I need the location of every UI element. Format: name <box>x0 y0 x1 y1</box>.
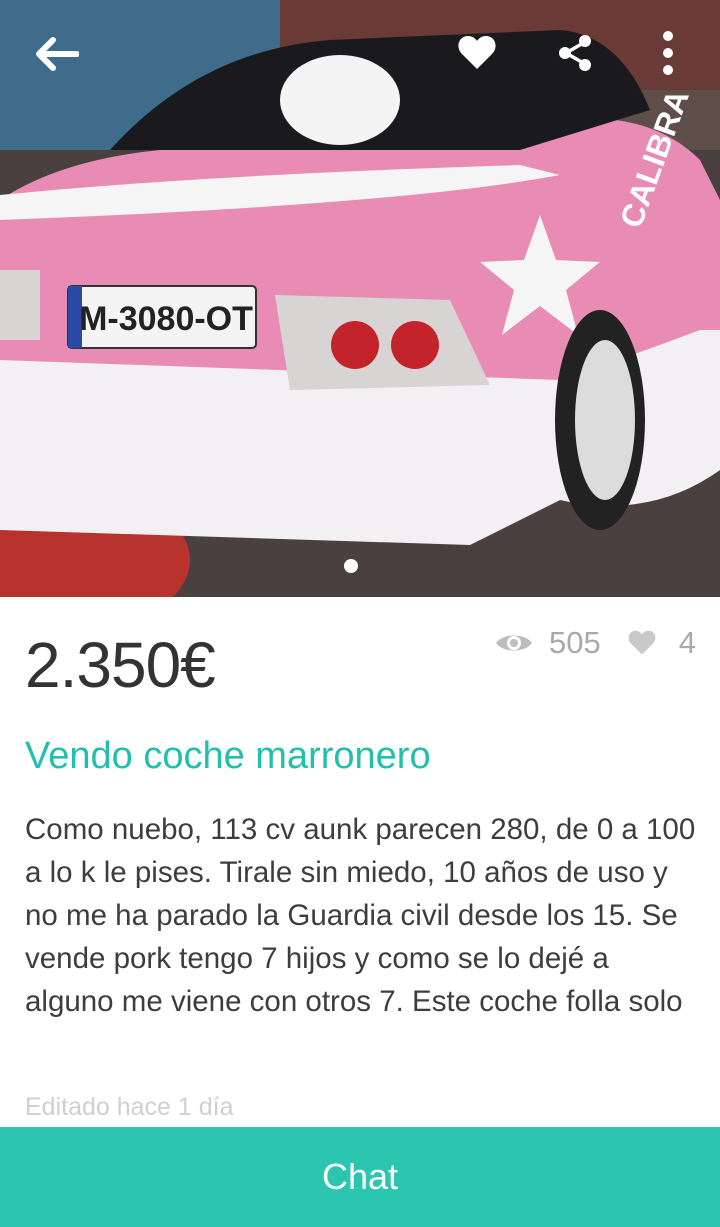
listing-description: Como nuebo, 113 cv aunk parecen 280, de … <box>25 813 696 1018</box>
pager-dot-active[interactable] <box>344 559 358 573</box>
favorite-button[interactable] <box>452 28 502 78</box>
chat-button-label: Chat <box>321 1156 399 1197</box>
listing-stats: 505 4 <box>495 623 696 663</box>
chat-button[interactable]: Chat <box>0 1127 720 1227</box>
listing-photo[interactable]: M-3080-OT CALIBRA <box>0 0 720 597</box>
back-button[interactable] <box>28 28 84 80</box>
arrow-left-icon <box>36 37 79 71</box>
price: 2.350€ <box>25 629 216 701</box>
views-count: 505 <box>549 625 601 660</box>
more-vertical-icon <box>663 31 673 75</box>
photo-pager <box>344 559 358 573</box>
likes-count: 4 <box>678 625 696 660</box>
eye-icon <box>495 630 533 656</box>
car-photo: M-3080-OT CALIBRA <box>0 0 720 597</box>
heart-icon <box>458 36 496 69</box>
edited-timestamp: Editado hace 1 día <box>25 1093 234 1121</box>
more-options-button[interactable] <box>650 26 686 80</box>
share-button[interactable] <box>552 30 598 76</box>
share-icon <box>559 35 591 71</box>
listing-title: Vendo coche marronero <box>25 735 431 777</box>
licence-plate-text: M-3080-OT <box>79 300 253 338</box>
heart-outline-icon <box>627 630 657 656</box>
